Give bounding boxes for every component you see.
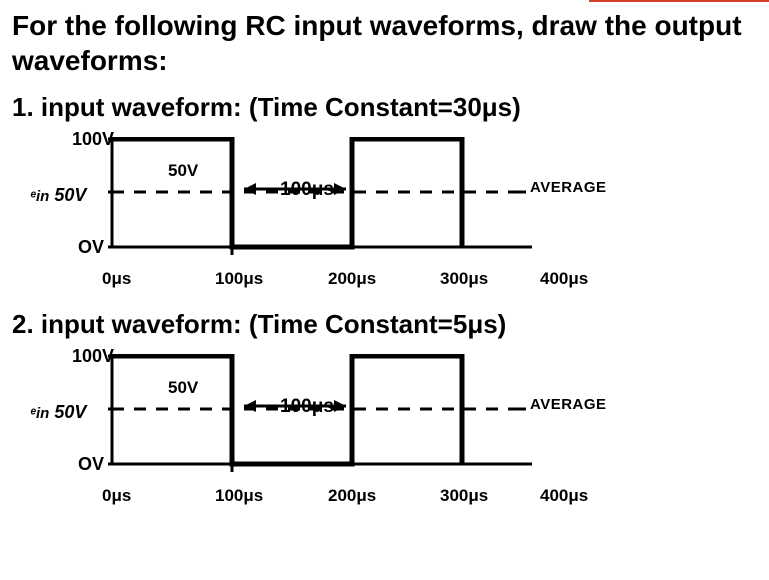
ein-value-2: 50V: [54, 402, 86, 422]
problem-1-heading: 1. input waveform: (Time Constant=30μs): [12, 92, 757, 123]
x-tick-2b: 200μs: [328, 486, 376, 506]
waveform-figure-1: 100V ᵉin 50V OV 50V 100μs AVERAGE: [30, 129, 670, 295]
x-tick-3: 300μs: [440, 269, 488, 289]
x-tick-2: 200μs: [328, 269, 376, 289]
problem-1-text: 1. input waveform: (Time Constant=30μs): [12, 92, 521, 122]
x-tick-1b: 100μs: [215, 486, 263, 506]
problem-2-heading: 2. input waveform: (Time Constant=5μs): [12, 309, 757, 340]
ein-prefix-2: ᵉin: [30, 405, 49, 422]
document-content: For the following RC input waveforms, dr…: [0, 0, 769, 512]
problem-2-text: 2. input waveform: (Time Constant=5μs): [12, 309, 506, 339]
waveform-svg-1: [102, 137, 642, 267]
x-tick-1: 100μs: [215, 269, 263, 289]
x-tick-0b: 0μs: [102, 486, 131, 506]
waveform-svg-2: [102, 354, 642, 484]
x-tick-3b: 300μs: [440, 486, 488, 506]
x-tick-4: 400μs: [540, 269, 588, 289]
x-tick-4b: 400μs: [540, 486, 588, 506]
ein-label-2: ᵉin 50V: [30, 402, 86, 423]
ein-value: 50V: [54, 185, 86, 205]
decorative-top-border: [589, 0, 769, 2]
title-text: For the following RC input waveforms, dr…: [12, 10, 742, 76]
x-tick-0: 0μs: [102, 269, 131, 289]
waveform-figure-2: 100V ᵉin 50V OV 50V 100μs AVERAGE 0μs 10…: [30, 346, 670, 512]
ein-label: ᵉin 50V: [30, 185, 86, 206]
ein-prefix: ᵉin: [30, 188, 49, 205]
y-label-ov: OV: [78, 237, 104, 258]
y-label-ov-2: OV: [78, 454, 104, 475]
document-title: For the following RC input waveforms, dr…: [12, 8, 757, 78]
